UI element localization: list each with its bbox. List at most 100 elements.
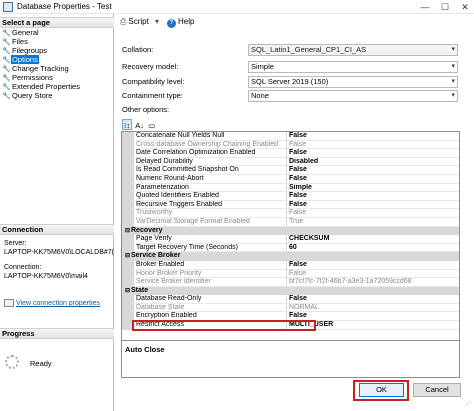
collation-value: SQL_Latin1_General_CP1_CI_AS bbox=[251, 45, 367, 54]
page-item-filegroups[interactable]: 🔧Filegroups bbox=[0, 46, 114, 55]
page-item-label: Options bbox=[11, 55, 39, 64]
collation-field[interactable]: SQL_Latin1_General_CP1_CI_AS ▾ bbox=[248, 44, 458, 56]
grid-category-state[interactable]: ⊟State bbox=[122, 286, 459, 296]
grid-property-name: Broker Enabled bbox=[134, 260, 287, 270]
compatibility-level-value: SQL Server 2019 (150) bbox=[251, 77, 329, 86]
grid-property-value: False bbox=[287, 141, 459, 150]
page-item-change-tracking[interactable]: 🔧Change Tracking bbox=[0, 64, 114, 73]
wrench-icon: 🔧 bbox=[2, 47, 11, 55]
compatibility-level-label: Compatibility level: bbox=[122, 77, 185, 86]
grid-row[interactable]: Concatenate Null Yields Null False bbox=[122, 132, 459, 141]
page-item-label: Query Store bbox=[12, 91, 53, 100]
recovery-model-select[interactable]: Simple ▾ bbox=[248, 61, 458, 73]
page-item-label: Filegroups bbox=[12, 46, 48, 55]
grid-row-gutter bbox=[122, 235, 134, 244]
grid-property-value: False bbox=[287, 270, 459, 279]
grid-row[interactable]: Delayed Durability Disabled bbox=[122, 157, 459, 167]
grid-property-value[interactable]: False bbox=[287, 166, 459, 175]
grid-row: Cross-database Ownership Chaining Enable… bbox=[122, 140, 459, 150]
grid-row[interactable]: Is Read Committed Snapshot On False bbox=[122, 166, 459, 175]
script-icon: ⎙ bbox=[120, 17, 127, 26]
grid-row[interactable]: Date Correlation Optimization Enabled Fal… bbox=[122, 149, 459, 158]
collation-label: Collation: bbox=[122, 45, 154, 54]
page-item-files[interactable]: 🔧Files bbox=[0, 37, 114, 46]
server-value: LAPTOP-KK75M6V0\LOCALDB#7( bbox=[4, 249, 114, 256]
grid-row[interactable]: Quoted Identifiers Enabled False bbox=[122, 192, 459, 201]
grid-row-gutter bbox=[122, 295, 134, 304]
grid-property-value[interactable]: False bbox=[287, 175, 459, 184]
grid-category-service-broker[interactable]: ⊟Service Broker bbox=[122, 252, 459, 261]
grid-row[interactable]: Database Read-Only False bbox=[122, 295, 459, 304]
grid-property-value[interactable]: False bbox=[287, 149, 459, 158]
grid-row[interactable]: Numeric Round-Abort False bbox=[122, 174, 459, 184]
script-label: Script bbox=[128, 17, 149, 26]
grid-row-gutter bbox=[122, 200, 134, 210]
grid-row-gutter bbox=[122, 217, 134, 227]
grid-row[interactable]: Parameterization Simple bbox=[122, 183, 459, 193]
page-item-permissions[interactable]: 🔧Permissions bbox=[0, 73, 114, 82]
grid-row-gutter bbox=[122, 149, 134, 158]
grid-row[interactable]: Page Verify CHECKSUM bbox=[122, 235, 459, 244]
wrench-icon: 🔧 bbox=[2, 56, 11, 64]
containment-type-select[interactable]: None ▾ bbox=[248, 90, 458, 102]
grid-row[interactable]: Broker Enabled False bbox=[122, 260, 459, 270]
view-connection-properties-link[interactable]: View connection properties bbox=[4, 299, 100, 307]
cancel-button[interactable]: Cancel bbox=[413, 383, 461, 397]
title-bar: Database Properties - Test — ☐ ✕ bbox=[0, 0, 474, 14]
property-pages-icon[interactable]: ▭ bbox=[147, 120, 156, 131]
page-item-options[interactable]: 🔧Options bbox=[0, 55, 114, 64]
grid-property-value[interactable]: CHECKSUM bbox=[287, 235, 459, 244]
page-item-label: Permissions bbox=[12, 73, 53, 82]
database-app-icon bbox=[3, 2, 13, 12]
grid-row[interactable]: Recursive Triggers Enabled False bbox=[122, 200, 459, 210]
grid-sort-toolbar: ⁝↕ A↓ ▭ bbox=[122, 119, 156, 131]
grid-property-name: Is Read Committed Snapshot On bbox=[134, 166, 287, 175]
page-item-label: Extended Properties bbox=[12, 82, 80, 91]
grid-property-value[interactable]: Disabled bbox=[287, 158, 459, 167]
chevron-down-icon: ▾ bbox=[155, 17, 160, 26]
connection-header: Connection bbox=[0, 224, 114, 235]
compatibility-level-select[interactable]: SQL Server 2019 (150) ▾ bbox=[248, 76, 458, 88]
toolbar: ⎙ Script ▾ ? Help bbox=[115, 14, 474, 31]
options-property-grid[interactable]: Concatenate Null Yields Null False Cross-d… bbox=[121, 131, 460, 341]
grid-property-name: Quoted Identifiers Enabled bbox=[134, 192, 287, 201]
resize-grip-icon[interactable]: ⋰ bbox=[464, 400, 471, 408]
grid-category-name: Service Broker bbox=[131, 252, 181, 260]
close-button[interactable]: ✕ bbox=[458, 1, 472, 13]
alphabetical-sort-icon[interactable]: A↓ bbox=[134, 120, 145, 131]
grid-property-value[interactable]: False bbox=[287, 201, 459, 210]
page-item-query-store[interactable]: 🔧Query Store bbox=[0, 91, 114, 100]
grid-property-name: Concatenate Null Yields Null bbox=[134, 132, 287, 141]
grid-property-value[interactable]: 60 bbox=[287, 244, 459, 253]
grid-property-value[interactable]: False bbox=[287, 295, 459, 304]
select-page-header: Select a page bbox=[0, 17, 114, 28]
progress-status: Ready bbox=[30, 359, 52, 368]
script-button[interactable]: ⎙ Script bbox=[120, 17, 149, 27]
ok-button[interactable]: OK bbox=[359, 383, 404, 397]
grid-category-label: ⊟Recovery bbox=[125, 227, 163, 236]
grid-row[interactable]: Target Recovery Time (Seconds) 60 bbox=[122, 243, 459, 253]
grid-row: Trustworthy False bbox=[122, 209, 459, 218]
grid-property-name: Date Correlation Optimization Enabled bbox=[134, 149, 287, 158]
grid-row-gutter bbox=[122, 166, 134, 175]
chevron-down-icon: ▾ bbox=[451, 63, 455, 70]
help-label: Help bbox=[178, 17, 195, 26]
minimize-button[interactable]: — bbox=[418, 1, 432, 13]
connection-label: Connection: bbox=[4, 264, 42, 271]
grid-property-name: Page Verify bbox=[134, 235, 287, 244]
grid-row-gutter bbox=[122, 243, 134, 253]
maximize-button[interactable]: ☐ bbox=[438, 1, 452, 13]
page-item-extended-properties[interactable]: 🔧Extended Properties bbox=[0, 82, 114, 91]
categorized-sort-icon[interactable]: ⁝↕ bbox=[122, 119, 133, 130]
script-dropdown-button[interactable]: ▾ bbox=[155, 17, 161, 27]
grid-property-name: Recursive Triggers Enabled bbox=[134, 200, 287, 210]
grid-property-name: VarDecimal Storage Format Enabled bbox=[134, 217, 287, 227]
grid-property-value[interactable]: Simple bbox=[287, 184, 459, 193]
wrench-icon: 🔧 bbox=[2, 74, 11, 82]
page-item-general[interactable]: 🔧General bbox=[0, 28, 114, 37]
grid-property-value[interactable]: False bbox=[287, 192, 459, 201]
grid-property-value[interactable]: False bbox=[287, 132, 459, 141]
grid-category-recovery[interactable]: ⊟Recovery bbox=[122, 226, 459, 236]
help-button[interactable]: ? Help bbox=[167, 17, 194, 28]
grid-property-value[interactable]: False bbox=[287, 261, 459, 270]
